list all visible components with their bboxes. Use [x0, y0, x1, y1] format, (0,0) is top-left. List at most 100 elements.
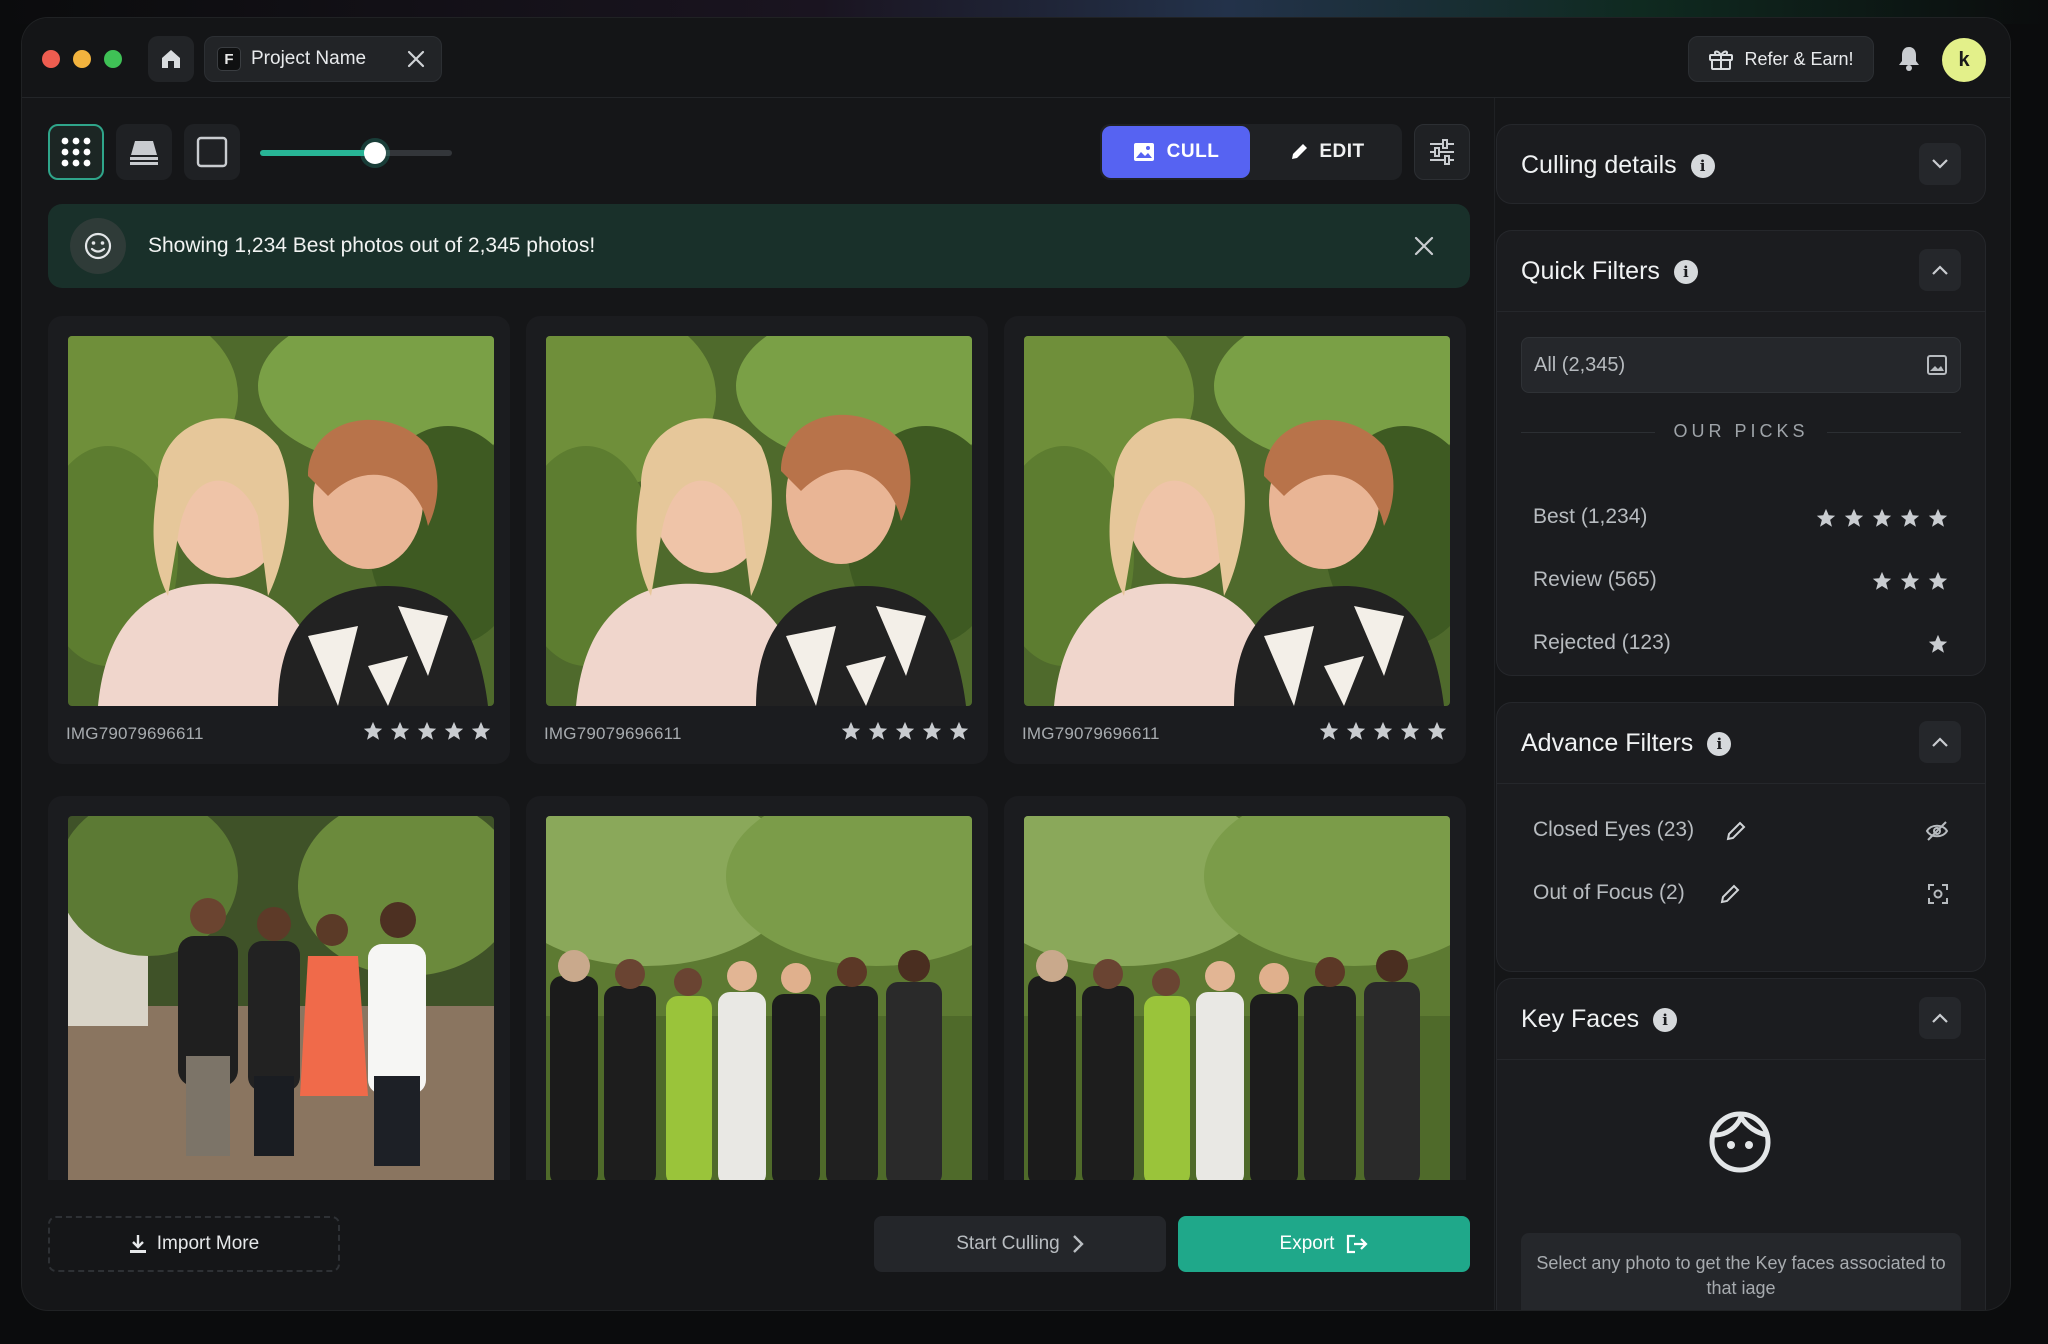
- star-icon[interactable]: [1372, 720, 1394, 742]
- stack-view-button[interactable]: [116, 124, 172, 180]
- star-rating: [1927, 633, 1949, 655]
- info-icon[interactable]: i: [1707, 731, 1732, 756]
- star-icon: [1900, 571, 1920, 590]
- filter-closed-eyes[interactable]: Closed Eyes (23): [1533, 815, 1949, 847]
- section-header[interactable]: Key Faces i: [1497, 979, 1985, 1059]
- photo-thumbnail[interactable]: [546, 816, 972, 1186]
- section-header[interactable]: Quick Filters i: [1497, 231, 1985, 311]
- quick-filters-section: Quick Filters i All (2,345) OUR PICKS Be…: [1496, 230, 1986, 676]
- star-icon: [1872, 508, 1892, 527]
- filter-label: Closed Eyes (23): [1533, 818, 1695, 841]
- grid-view-button[interactable]: [48, 124, 104, 180]
- star-icon[interactable]: [921, 720, 943, 742]
- star-icon[interactable]: [362, 720, 384, 742]
- star-icon[interactable]: [443, 720, 465, 742]
- import-more-button[interactable]: Import More: [48, 1216, 340, 1272]
- chevron-up-icon: [1932, 1013, 1948, 1023]
- pencil-icon[interactable]: [1719, 883, 1741, 905]
- info-icon[interactable]: i: [1673, 259, 1698, 284]
- edit-label: EDIT: [1319, 141, 1365, 162]
- photo-card[interactable]: IMG79079696611: [48, 316, 510, 764]
- star-icon: [1928, 634, 1948, 653]
- filter-label: Out of Focus (2): [1533, 881, 1685, 904]
- window-maximize-button[interactable]: [104, 50, 122, 68]
- slider-fill: [260, 150, 376, 156]
- chevron-right-icon: [1072, 1235, 1084, 1253]
- collapse-button[interactable]: [1919, 997, 1961, 1039]
- window-close-button[interactable]: [42, 50, 60, 68]
- edit-mode-button[interactable]: EDIT: [1254, 126, 1400, 178]
- star-icon[interactable]: [1426, 720, 1448, 742]
- filter-all-button[interactable]: All (2,345): [1521, 337, 1961, 393]
- star-icon[interactable]: [894, 720, 916, 742]
- image-icon: [1133, 143, 1154, 161]
- title-bar: F Project Name Refer & Earn! k: [22, 18, 2010, 98]
- star-icon: [1844, 508, 1864, 527]
- star-icon[interactable]: [470, 720, 492, 742]
- filter-best[interactable]: Best (1,234): [1533, 503, 1949, 533]
- photo-thumbnail[interactable]: [1024, 336, 1450, 706]
- section-header[interactable]: Advance Filters i: [1497, 703, 1985, 783]
- expand-button[interactable]: [1919, 143, 1961, 185]
- star-icon[interactable]: [1399, 720, 1421, 742]
- slider-handle[interactable]: [364, 142, 387, 164]
- start-culling-button[interactable]: Start Culling: [874, 1216, 1166, 1272]
- home-button[interactable]: [148, 36, 194, 82]
- filter-out-of-focus[interactable]: Out of Focus (2): [1533, 878, 1949, 910]
- divider-line: [1827, 432, 1961, 433]
- star-icon[interactable]: [389, 720, 411, 742]
- collapse-button[interactable]: [1919, 249, 1961, 291]
- photo-filename: IMG79079696611: [66, 724, 204, 743]
- section-title: Culling details: [1521, 151, 1677, 179]
- section-divider: [1497, 1059, 1985, 1060]
- close-icon[interactable]: [1412, 234, 1436, 258]
- filter-rejected[interactable]: Rejected (123): [1533, 629, 1949, 659]
- culling-details-section: Culling details i: [1496, 124, 1986, 204]
- photo-thumbnail[interactable]: [546, 336, 972, 706]
- collapse-button[interactable]: [1919, 721, 1961, 763]
- project-logo: F: [217, 47, 241, 71]
- photo-thumbnail[interactable]: [68, 336, 494, 706]
- star-icon[interactable]: [416, 720, 438, 742]
- photo-thumbnail[interactable]: [68, 816, 494, 1186]
- cull-mode-button[interactable]: CULL: [1102, 126, 1250, 178]
- photo-card[interactable]: IMG79079696611: [526, 316, 988, 764]
- info-icon[interactable]: i: [1690, 153, 1715, 178]
- app-window: F Project Name Refer & Earn! k CULL EDIT…: [22, 18, 2010, 1310]
- star-rating[interactable]: [1318, 720, 1448, 742]
- photo-card[interactable]: [526, 796, 988, 1196]
- chevron-down-icon: [1932, 159, 1948, 169]
- photo-thumbnail[interactable]: [1024, 816, 1450, 1186]
- adjustments-button[interactable]: [1414, 124, 1470, 180]
- filter-label: Rejected (123): [1533, 631, 1671, 654]
- section-header[interactable]: Culling details i: [1497, 125, 1985, 205]
- pencil-icon[interactable]: [1725, 820, 1747, 842]
- banner-message: Showing 1,234 Best photos out of 2,345 p…: [148, 234, 596, 257]
- photo-card[interactable]: [48, 796, 510, 1196]
- export-button[interactable]: Export: [1178, 1216, 1470, 1272]
- photo-card[interactable]: IMG79079696611: [1004, 316, 1466, 764]
- close-icon[interactable]: [405, 48, 427, 70]
- info-icon[interactable]: i: [1653, 1007, 1678, 1032]
- star-rating[interactable]: [362, 720, 492, 742]
- star-icon: [1928, 508, 1948, 527]
- star-icon[interactable]: [867, 720, 889, 742]
- star-rating[interactable]: [840, 720, 970, 742]
- star-icon[interactable]: [840, 720, 862, 742]
- star-rating: [1815, 507, 1949, 529]
- grid-bottom-edge: [48, 1180, 1470, 1200]
- star-icon[interactable]: [948, 720, 970, 742]
- refer-and-earn-button[interactable]: Refer & Earn!: [1688, 36, 1874, 82]
- single-view-button[interactable]: [184, 124, 240, 180]
- photo-card[interactable]: [1004, 796, 1466, 1196]
- star-icon: [1900, 508, 1920, 527]
- project-tab[interactable]: F Project Name: [204, 36, 442, 82]
- window-minimize-button[interactable]: [73, 50, 91, 68]
- star-icon: [1816, 508, 1836, 527]
- star-icon[interactable]: [1345, 720, 1367, 742]
- notification-bell-icon[interactable]: [1896, 44, 1922, 72]
- thumbnail-size-slider[interactable]: [260, 142, 452, 164]
- star-icon[interactable]: [1318, 720, 1340, 742]
- user-avatar[interactable]: k: [1942, 38, 1986, 82]
- filter-review[interactable]: Review (565): [1533, 566, 1949, 596]
